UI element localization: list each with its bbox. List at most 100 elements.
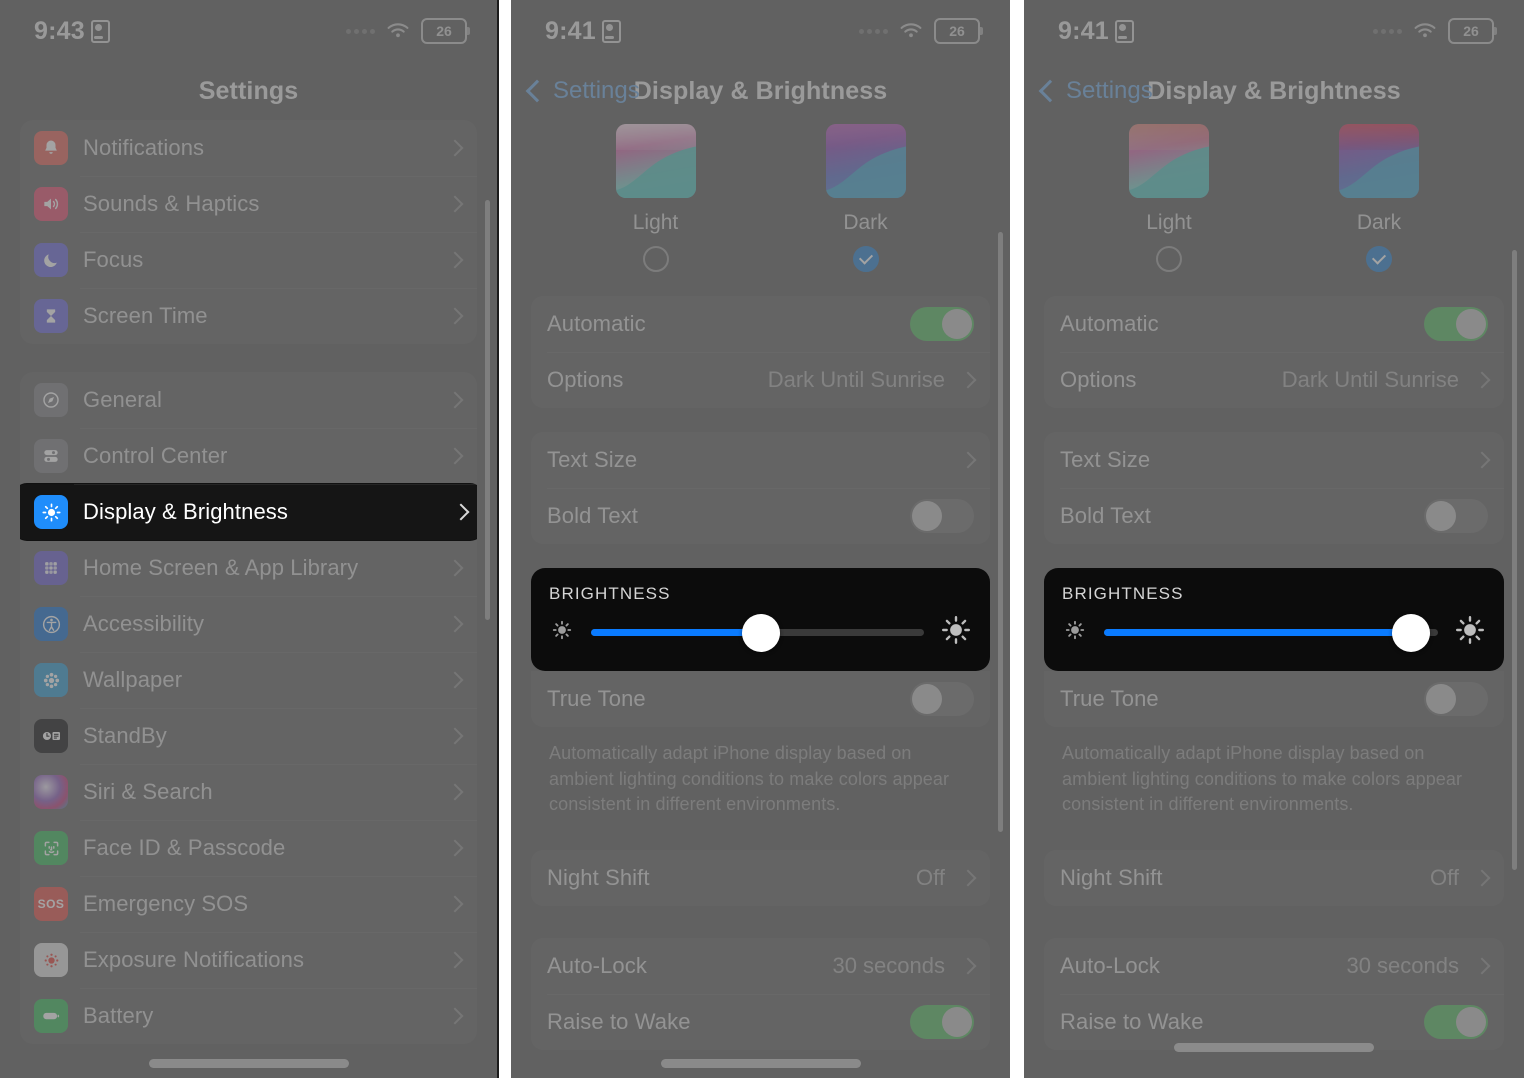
sidebar-item-control-center[interactable]: Control Center (20, 428, 477, 484)
row-label: Auto-Lock (1060, 952, 1160, 978)
row-true-tone[interactable]: True Tone (531, 671, 990, 727)
scrollbar[interactable] (1512, 250, 1517, 870)
sidebar-item-label: Control Center (83, 443, 228, 468)
row-raise-to-wake[interactable]: Raise to Wake (531, 993, 990, 1050)
display-brightness-content[interactable]: Light Dark Automatic Options Dark Until … (511, 120, 1010, 1050)
sidebar-item-label: General (83, 387, 162, 412)
radio-dark[interactable] (1366, 246, 1392, 272)
appearance-option-dark[interactable]: Dark (825, 124, 907, 272)
sun-high-icon (940, 614, 972, 651)
sidebar-item-label: StandBy (83, 723, 167, 748)
scrollbar[interactable] (485, 200, 490, 620)
automatic-toggle[interactable] (910, 307, 974, 341)
sidebar-item-standby[interactable]: StandBy (20, 708, 477, 764)
sidebar-item-display-brightness[interactable]: Display & Brightness (20, 484, 477, 540)
row-label: True Tone (1060, 686, 1159, 711)
true-tone-toggle[interactable] (910, 682, 974, 716)
sidebar-item-face-id[interactable]: Face ID & Passcode (20, 820, 477, 876)
row-options[interactable]: Options Dark Until Sunrise (1044, 352, 1504, 408)
appearance-option-light[interactable]: Light (615, 124, 697, 272)
back-button[interactable]: Settings (525, 77, 640, 105)
wallpaper-preview-dark (1339, 124, 1419, 198)
brightness-slider-thumb[interactable] (741, 613, 780, 652)
bold-text-toggle[interactable] (910, 499, 974, 533)
appearance-option-light[interactable]: Light (1128, 124, 1210, 272)
brightness-slider-row[interactable] (531, 613, 990, 671)
display-brightness-content[interactable]: Light Dark Automatic Options Dark Until … (1024, 120, 1524, 1050)
raise-to-wake-toggle[interactable] (910, 1004, 974, 1039)
chevron-right-icon (1473, 371, 1491, 389)
row-bold-text[interactable]: Bold Text (1044, 488, 1504, 544)
chevron-right-icon (446, 139, 464, 157)
row-label: Automatic (1060, 311, 1159, 336)
raise-to-wake-toggle[interactable] (1424, 1004, 1488, 1039)
wifi-icon (899, 22, 923, 40)
signal-dots-icon (346, 28, 375, 34)
page-title: Display & Brightness (1147, 76, 1401, 105)
row-bold-text[interactable]: Bold Text (531, 488, 990, 544)
chevron-right-icon (446, 615, 464, 633)
sidebar-item-focus[interactable]: Focus (20, 232, 477, 288)
row-text-size[interactable]: Text Size (531, 432, 990, 488)
row-label: Raise to Wake (547, 1008, 691, 1034)
back-button[interactable]: Settings (1038, 77, 1153, 105)
chevron-right-icon (446, 895, 464, 913)
row-options[interactable]: Options Dark Until Sunrise (531, 352, 990, 408)
nav-bar: Settings (0, 62, 497, 120)
automatic-toggle[interactable] (1424, 307, 1488, 341)
sounds-haptics-icon (34, 187, 68, 221)
row-auto-lock[interactable]: Auto-Lock 30 seconds (531, 938, 990, 994)
row-value: Off (916, 864, 945, 890)
radio-dark[interactable] (852, 246, 879, 272)
brightness-slider[interactable] (1104, 613, 1438, 652)
row-true-tone[interactable]: True Tone (1044, 671, 1504, 727)
status-indicators: 26 (1373, 18, 1497, 44)
status-indicators: 26 (346, 18, 470, 44)
brightness-slider[interactable] (591, 613, 924, 652)
row-night-shift[interactable]: Night Shift Off (531, 850, 990, 906)
sidebar-item-home-screen[interactable]: Home Screen & App Library (20, 540, 477, 596)
appearance-option-dark[interactable]: Dark (1338, 124, 1420, 272)
night-shift-card: Night Shift Off (531, 849, 990, 906)
brightness-card: BRIGHTNESS (1044, 568, 1504, 671)
sidebar-item-wallpaper[interactable]: Wallpaper (20, 652, 477, 708)
bold-text-toggle[interactable] (1424, 499, 1488, 533)
sidebar-item-label: Siri & Search (83, 779, 213, 804)
row-label: Auto-Lock (547, 952, 647, 978)
radio-light[interactable] (642, 246, 669, 272)
brightness-slider-thumb[interactable] (1392, 613, 1431, 652)
row-label: Options (547, 367, 624, 392)
sidebar-item-emergency-sos[interactable]: SOS Emergency SOS (20, 876, 477, 932)
sidebar-item-notifications[interactable]: Notifications (20, 120, 477, 176)
face-id-icon (34, 831, 68, 865)
row-label: Bold Text (1060, 503, 1151, 528)
sidebar-item-battery[interactable]: Battery (20, 988, 477, 1044)
row-auto-lock[interactable]: Auto-Lock 30 seconds (1044, 938, 1504, 994)
sidebar-item-label: Screen Time (83, 303, 208, 328)
sidebar-item-sounds-haptics[interactable]: Sounds & Haptics (20, 176, 477, 232)
row-night-shift[interactable]: Night Shift Off (1044, 850, 1504, 906)
appearance-option-label: Light (632, 211, 679, 234)
text-card: Text Size Bold Text (1044, 432, 1504, 544)
row-text-size[interactable]: Text Size (1044, 432, 1504, 488)
row-automatic[interactable]: Automatic (531, 296, 990, 352)
sidebar-item-general[interactable]: General (20, 372, 477, 428)
radio-light[interactable] (1156, 246, 1182, 272)
sidebar-item-exposure-notifications[interactable]: Exposure Notifications (20, 932, 477, 988)
row-raise-to-wake[interactable]: Raise to Wake (1044, 993, 1504, 1050)
row-automatic[interactable]: Automatic (1044, 296, 1504, 352)
chevron-right-icon (1473, 451, 1491, 469)
scrollbar[interactable] (998, 232, 1003, 832)
sidebar-item-siri-search[interactable]: Siri & Search (20, 764, 477, 820)
sidebar-item-label: Home Screen & App Library (83, 555, 359, 580)
brightness-slider-row[interactable] (1044, 613, 1504, 671)
sidebar-item-accessibility[interactable]: Accessibility (20, 596, 477, 652)
true-tone-toggle[interactable] (1424, 682, 1488, 716)
battery-icon (34, 999, 68, 1033)
phone-panel-display-brightness-mid: 9:41 26 Settings Display & Brightness Li… (511, 0, 1010, 1078)
appearance-picker: Light Dark (1044, 120, 1504, 272)
back-button-label: Settings (553, 77, 640, 104)
back-button-label: Settings (1066, 77, 1153, 104)
sidebar-item-screen-time[interactable]: Screen Time (20, 288, 477, 344)
settings-list[interactable]: Notifications Sounds & Haptics Focus Scr… (0, 120, 497, 1044)
